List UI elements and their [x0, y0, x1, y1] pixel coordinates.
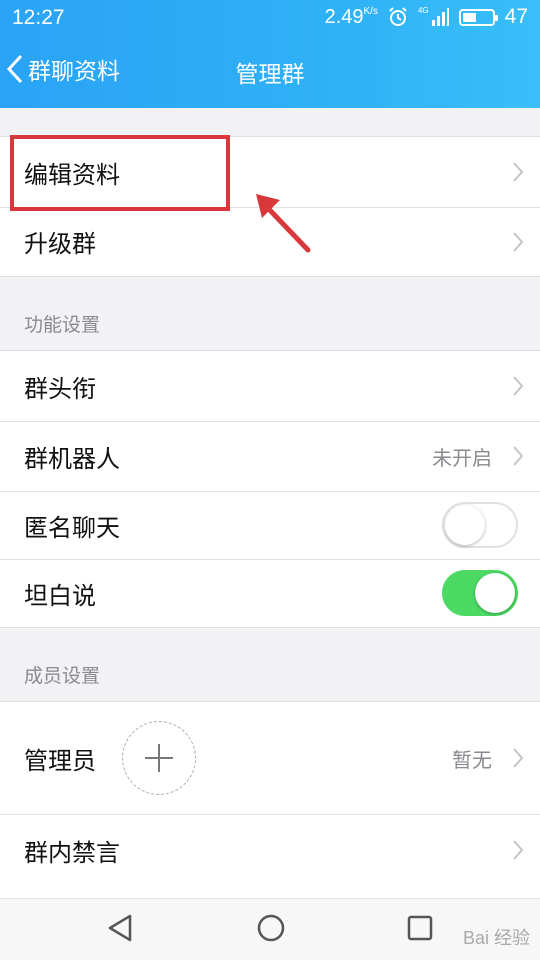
toggle-knob [445, 505, 485, 545]
row-value: 暂无 [452, 747, 492, 772]
add-admin-button[interactable] [122, 721, 196, 795]
status-icons: 2.49K/s 4G 47 [325, 5, 528, 29]
anonymous-chat-toggle[interactable] [442, 502, 518, 548]
chevron-right-icon [513, 748, 524, 768]
row-label: 匿名聊天 [24, 513, 120, 542]
row-label: 群头衔 [24, 374, 96, 403]
nav-bar: 群聊资料 管理群 [0, 34, 540, 108]
group-member: 管理员 暂无 群内禁言 [0, 701, 540, 901]
row-label: 群内禁言 [24, 838, 120, 867]
section-header-function: 功能设置 [24, 314, 101, 336]
annotation-arrow-icon [256, 194, 311, 253]
row-label: 升级群 [24, 230, 96, 258]
home-circle-icon[interactable] [256, 913, 286, 943]
plus-icon [145, 744, 173, 772]
row-label: 管理员 [24, 746, 96, 775]
status-bar: 12:27 2.49K/s 4G 47 [0, 0, 540, 34]
signal-icon [431, 8, 449, 26]
chevron-right-icon [513, 231, 524, 252]
chevron-right-icon [513, 840, 524, 860]
system-nav-bar: Bai 经验 [0, 898, 540, 960]
chevron-right-icon [513, 376, 524, 396]
row-label: 坦白说 [24, 581, 96, 610]
row-value: 未开启 [432, 445, 492, 470]
toggle-knob [475, 573, 515, 613]
page-title: 管理群 [235, 62, 305, 88]
row-tanbai: 坦白说 [0, 559, 540, 627]
section-header-member: 成员设置 [24, 665, 101, 687]
recents-square-icon[interactable] [406, 913, 434, 943]
row-anonymous-chat: 匿名聊天 [0, 491, 540, 559]
network-type: 4G [417, 6, 429, 15]
alarm-icon [389, 7, 407, 26]
chevron-right-icon [513, 162, 524, 182]
row-admin[interactable]: 管理员 暂无 [0, 702, 540, 814]
row-label: 群机器人 [24, 444, 120, 473]
group-function: 群头衔 群机器人 未开启 匿名聊天 坦白说 [0, 350, 540, 628]
battery-icon [458, 8, 498, 26]
battery-percent: 47 [504, 5, 528, 28]
row-group-mute[interactable]: 群内禁言 [0, 814, 540, 886]
back-triangle-icon[interactable] [106, 913, 134, 943]
highlight-box [10, 135, 230, 211]
network-speed: 2.49K/s [324, 5, 378, 28]
chevron-right-icon [513, 446, 524, 466]
row-group-title[interactable]: 群头衔 [0, 351, 540, 421]
row-group-robot[interactable]: 群机器人 未开启 [0, 421, 540, 491]
status-time: 12:27 [12, 6, 65, 29]
watermark: Bai 经验 [462, 928, 530, 948]
tanbai-toggle[interactable] [442, 570, 518, 616]
